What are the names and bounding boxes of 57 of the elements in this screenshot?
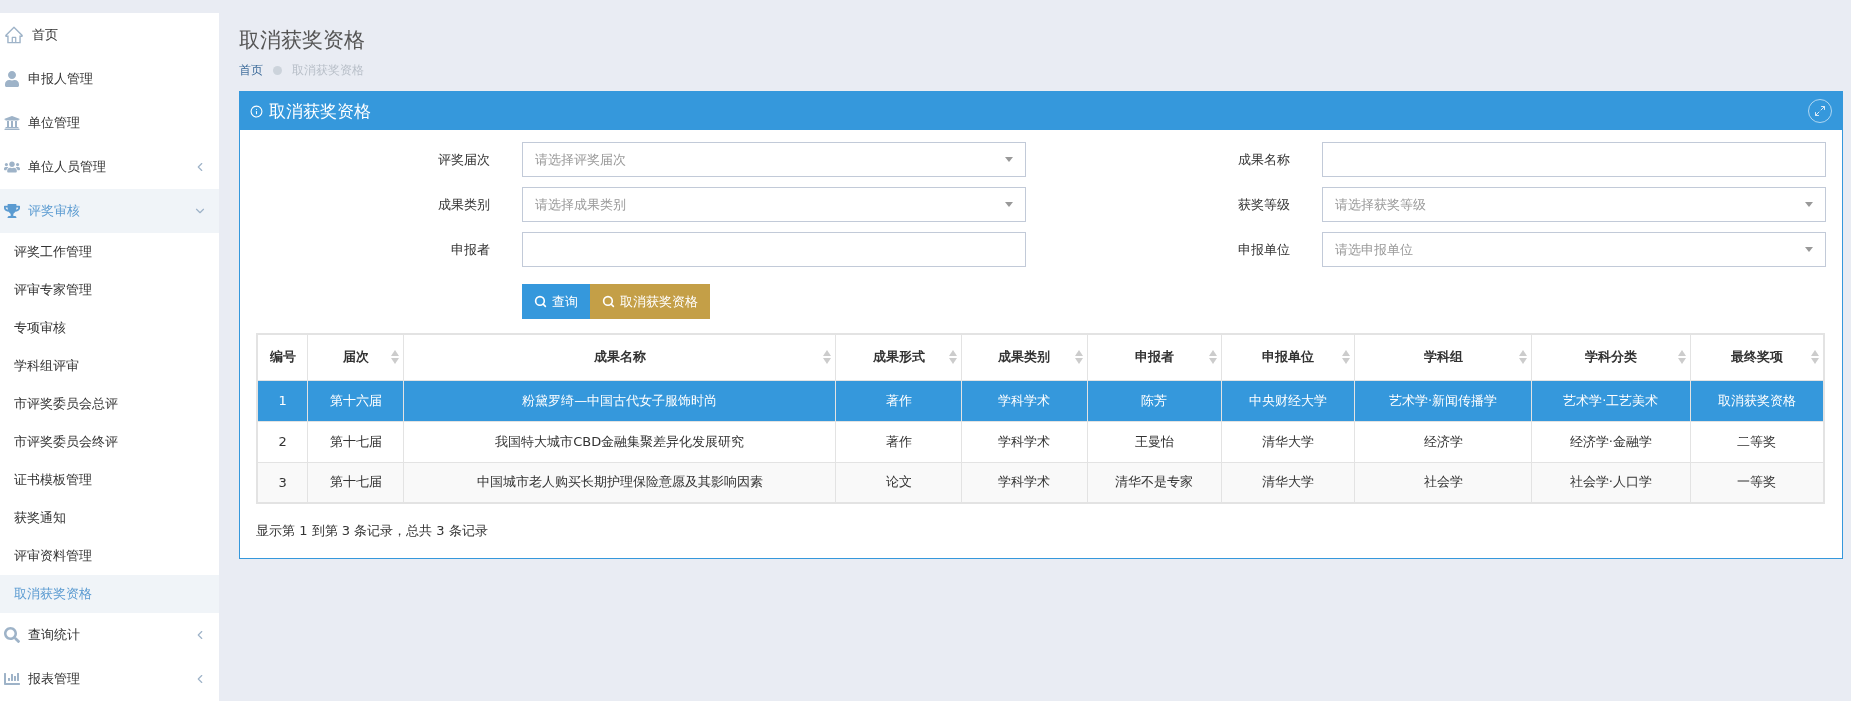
- table-cell: 经济学·金融学: [1531, 421, 1691, 462]
- caret-icon: [1805, 247, 1813, 252]
- page-title: 取消获奖资格: [239, 27, 366, 54]
- column-header[interactable]: 届次: [307, 334, 404, 380]
- input-field[interactable]: [1322, 142, 1826, 177]
- table-cell: 粉黛罗绮—中国古代女子服饰时尚: [403, 380, 836, 421]
- table-cell: 第十六届: [307, 380, 404, 421]
- column-header: 编号: [257, 334, 308, 380]
- column-header[interactable]: 学科组: [1354, 334, 1532, 380]
- table-cell: 著作: [835, 380, 962, 421]
- column-header[interactable]: 申报单位: [1221, 334, 1355, 380]
- field-label: 评奖届次: [437, 150, 490, 169]
- table-cell: 学科学术: [961, 380, 1088, 421]
- table-cell: 著作: [835, 421, 962, 462]
- table-cell: 艺术学·新闻传播学: [1354, 380, 1532, 421]
- users-icon: [4, 159, 20, 175]
- expand-icon: [1814, 105, 1826, 117]
- breadcrumb-dot: [273, 66, 282, 75]
- search-icon: [4, 627, 20, 643]
- input-field[interactable]: [522, 232, 1026, 267]
- field-label: 成果名称: [1237, 150, 1290, 169]
- table-cell: 2: [257, 421, 308, 462]
- table-cell: 学科学术: [961, 421, 1088, 462]
- caret-icon: [1005, 202, 1013, 207]
- bank-icon: [4, 115, 20, 131]
- bar-chart-icon: [4, 671, 20, 687]
- breadcrumb-link[interactable]: 首页: [239, 62, 263, 79]
- search-icon: [534, 295, 547, 308]
- table-row[interactable]: 3 第十七届 中国城市老人购买长期护理保险意愿及其影响因素 论文 学科学术 清华不是专家 清华大学 社会学 社会学·人口学 一等奖: [257, 462, 1824, 503]
- info-icon: [250, 104, 263, 118]
- search-icon: [602, 295, 615, 308]
- field-label: 申报单位: [1237, 240, 1290, 259]
- column-header[interactable]: 学科分类: [1531, 334, 1691, 380]
- table-row[interactable]: 2 第十七届 我国特大城市CBD金融集聚差异化发展研究 著作 学科学术 王曼怡 清华大学 经济学 经济学·金融学 二等奖: [257, 421, 1824, 462]
- table-cell: 经济学: [1354, 421, 1532, 462]
- caret-icon: [1005, 157, 1013, 162]
- panel-title: 取消获奖资格: [269, 99, 372, 123]
- table-cell: 王曼怡: [1087, 421, 1222, 462]
- column-header[interactable]: 成果类别: [961, 334, 1088, 380]
- column-header[interactable]: 成果名称: [403, 334, 836, 380]
- table-cell: 第十七届: [307, 421, 404, 462]
- field-label: 申报者: [450, 240, 490, 259]
- table-cell: 1: [257, 380, 308, 421]
- caret-icon: [1805, 202, 1813, 207]
- column-header[interactable]: 申报者: [1087, 334, 1222, 380]
- table-cell: 艺术学·工艺美术: [1531, 380, 1691, 421]
- trophy-icon: [4, 203, 20, 219]
- table-cell: 清华大学: [1221, 421, 1355, 462]
- column-header[interactable]: 成果形式: [835, 334, 962, 380]
- user-icon: [4, 71, 20, 87]
- table-cell: 我国特大城市CBD金融集聚差异化发展研究: [403, 421, 836, 462]
- pagination-info: 显示第 1 到第 3 条记录，总共 3 条记录: [256, 522, 489, 540]
- table-cell: 中央财经大学: [1221, 380, 1355, 421]
- field-label: 获奖等级: [1237, 195, 1290, 214]
- field-label: 成果类别: [437, 195, 490, 214]
- table-cell: 陈芳: [1087, 380, 1222, 421]
- home-icon: [4, 25, 24, 45]
